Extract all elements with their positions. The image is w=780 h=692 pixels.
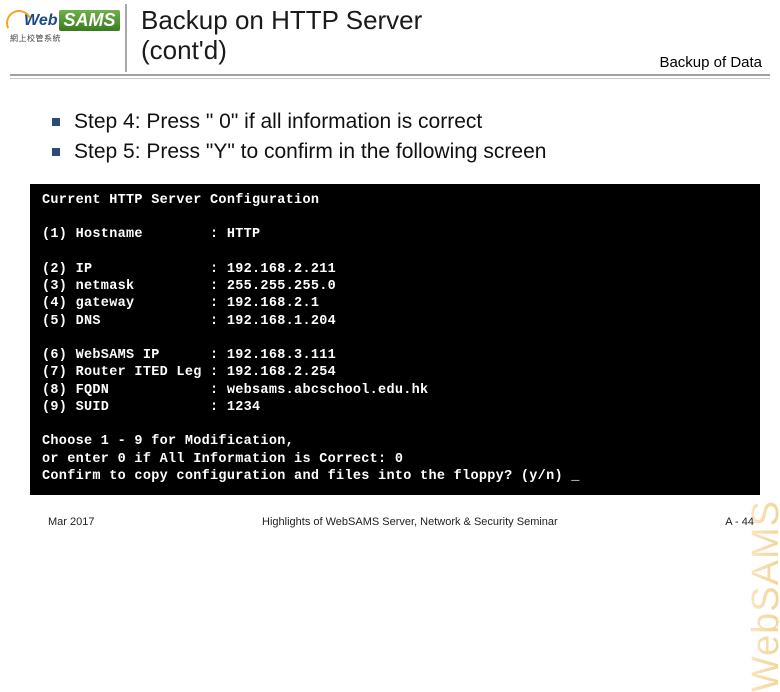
- logo-sams-text: SAMS: [59, 10, 119, 31]
- bullet-text: Step 5: Press "Y" to confirm in the foll…: [74, 137, 546, 167]
- footer-date: Mar 2017: [48, 516, 94, 528]
- logo: Web SAMS 網上校管系統: [10, 4, 125, 44]
- watermark: WebSAMS: [745, 500, 780, 692]
- logo-subtitle: 網上校管系統: [10, 33, 125, 44]
- slide-footer: Mar 2017 Highlights of WebSAMS Server, N…: [0, 516, 780, 528]
- slide-body: Step 4: Press " 0" if all information is…: [0, 79, 780, 168]
- bullet-item: Step 4: Press " 0" if all information is…: [52, 107, 752, 137]
- bullet-icon: [52, 118, 60, 126]
- logo-web-text: Web: [10, 12, 57, 30]
- bullet-item: Step 5: Press "Y" to confirm in the foll…: [52, 137, 752, 167]
- terminal-screenshot: Current HTTP Server Configuration (1) Ho…: [30, 184, 760, 496]
- bullet-text: Step 4: Press " 0" if all information is…: [74, 107, 482, 137]
- slide-header: Web SAMS 網上校管系統 Backup on HTTP Server (c…: [0, 0, 780, 72]
- footer-center: Highlights of WebSAMS Server, Network & …: [262, 516, 558, 528]
- bullet-icon: [52, 148, 60, 156]
- slide-title-line1: Backup on HTTP Server: [141, 6, 770, 36]
- section-label: Backup of Data: [659, 54, 762, 71]
- footer-page: A - 44: [725, 516, 754, 528]
- divider-thick: [10, 74, 770, 76]
